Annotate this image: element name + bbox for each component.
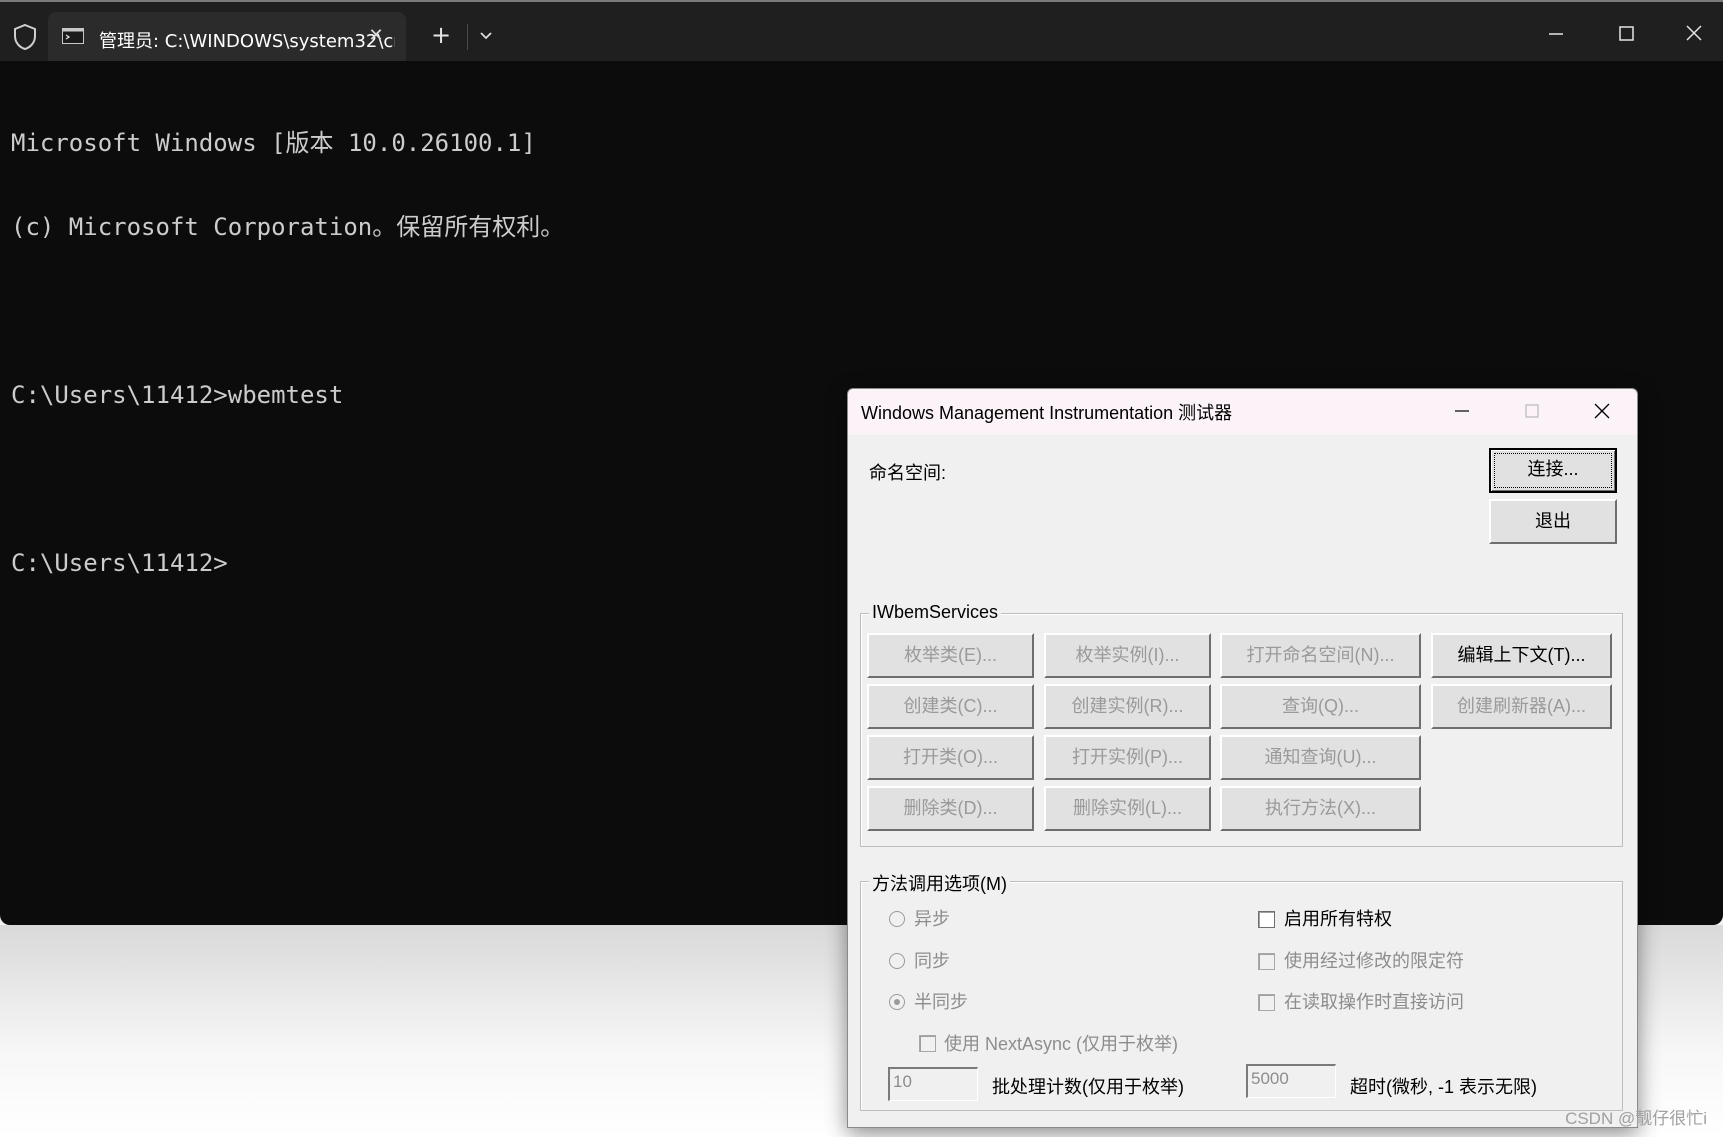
timeout-label: 超时(微秒, -1 表示无限) — [1350, 1077, 1537, 1097]
shield-icon — [14, 23, 36, 51]
tab-separator — [467, 24, 468, 50]
connect-button[interactable]: 连接... — [1489, 448, 1617, 493]
maximize-icon[interactable] — [1606, 16, 1646, 52]
open-namespace-button[interactable]: 打开命名空间(N)... — [1220, 633, 1421, 678]
chevron-down-icon[interactable] — [474, 22, 498, 48]
timeout-field[interactable]: 5000 — [1246, 1064, 1336, 1098]
batch-count-label: 批处理计数(仅用于枚举) — [992, 1077, 1184, 1097]
exit-button[interactable]: 退出 — [1489, 499, 1617, 544]
maximize-icon — [1525, 404, 1539, 418]
dialog-title-bar: Windows Management Instrumentation 测试器 — [848, 389, 1637, 435]
tab-title: 管理员: C:\WINDOWS\system32\cmd.exe — [99, 31, 395, 52]
create-instance-button[interactable]: 创建实例(R)... — [1044, 684, 1211, 729]
use-nextasync-checkbox[interactable] — [919, 1035, 936, 1052]
dialog-title: Windows Management Instrumentation 测试器 — [861, 403, 1233, 423]
new-tab-button[interactable]: + — [427, 22, 455, 50]
terminal-tab-bar: 管理员: C:\WINDOWS\system32\cmd.exe ✕ + — [0, 2, 1723, 61]
terminal-line: C:\Users\11412> — [11, 549, 228, 577]
minimize-icon[interactable] — [1536, 16, 1576, 52]
query-button[interactable]: 查询(Q)... — [1220, 684, 1421, 729]
close-icon[interactable] — [1674, 16, 1714, 52]
enable-privileges-checkbox[interactable] — [1258, 911, 1275, 928]
terminal-output[interactable]: Microsoft Windows [版本 10.0.26100.1] (c) … — [11, 73, 564, 633]
create-refresher-button[interactable]: 创建刷新器(A)... — [1431, 684, 1612, 729]
direct-read-checkbox[interactable] — [1258, 994, 1275, 1011]
terminal-tab[interactable]: 管理员: C:\WINDOWS\system32\cmd.exe ✕ — [48, 12, 406, 61]
radio-async-label: 异步 — [914, 909, 950, 929]
delete-instance-button[interactable]: 删除实例(L)... — [1044, 786, 1211, 831]
terminal-line: Microsoft Windows [版本 10.0.26100.1] — [11, 129, 536, 157]
open-instance-button[interactable]: 打开实例(P)... — [1044, 735, 1211, 780]
create-class-button[interactable]: 创建类(C)... — [867, 684, 1034, 729]
enum-instances-button[interactable]: 枚举实例(I)... — [1044, 633, 1211, 678]
enable-privileges-label: 启用所有特权 — [1284, 909, 1392, 929]
radio-sync-label: 同步 — [914, 951, 950, 971]
terminal-line: (c) Microsoft Corporation。保留所有权利。 — [11, 213, 565, 241]
edit-context-button[interactable]: 编辑上下文(T)... — [1431, 633, 1612, 678]
delete-class-button[interactable]: 删除类(D)... — [867, 786, 1034, 831]
close-icon[interactable] — [1588, 399, 1616, 423]
iwbemservices-group-label: IWbemServices — [869, 602, 1002, 623]
direct-read-label: 在读取操作时直接访问 — [1284, 992, 1464, 1012]
radio-sync[interactable] — [889, 953, 905, 969]
notification-query-button[interactable]: 通知查询(U)... — [1220, 735, 1421, 780]
method-options-group: 方法调用选项(M) 异步 同步 半同步 使用 NextAsync (仅用于枚举)… — [860, 870, 1623, 1111]
watermark: CSDN @靓仔很忙i — [1565, 1109, 1707, 1128]
use-nextasync-label: 使用 NextAsync (仅用于枚举) — [944, 1034, 1179, 1054]
radio-semisync[interactable] — [889, 994, 905, 1010]
radio-semisync-label: 半同步 — [914, 992, 968, 1012]
iwbemservices-group: IWbemServices 枚举类(E)... 枚举实例(I)... 打开命名空… — [860, 602, 1623, 847]
namespace-label: 命名空间: — [869, 463, 947, 483]
wmi-tester-dialog: Windows Management Instrumentation 测试器 命… — [847, 388, 1638, 1128]
terminal-line: C:\Users\11412>wbemtest — [11, 381, 344, 409]
tab-close-icon[interactable]: ✕ — [366, 25, 386, 47]
execute-method-button[interactable]: 执行方法(X)... — [1220, 786, 1421, 831]
amended-qualifiers-label: 使用经过修改的限定符 — [1284, 951, 1464, 971]
batch-count-field[interactable]: 10 — [888, 1067, 978, 1101]
enum-classes-button[interactable]: 枚举类(E)... — [867, 633, 1034, 678]
minimize-icon[interactable] — [1448, 399, 1476, 423]
method-options-group-label: 方法调用选项(M) — [869, 870, 1010, 896]
open-class-button[interactable]: 打开类(O)... — [867, 735, 1034, 780]
radio-async[interactable] — [889, 911, 905, 927]
cmd-icon — [62, 28, 84, 44]
amended-qualifiers-checkbox[interactable] — [1258, 953, 1275, 970]
